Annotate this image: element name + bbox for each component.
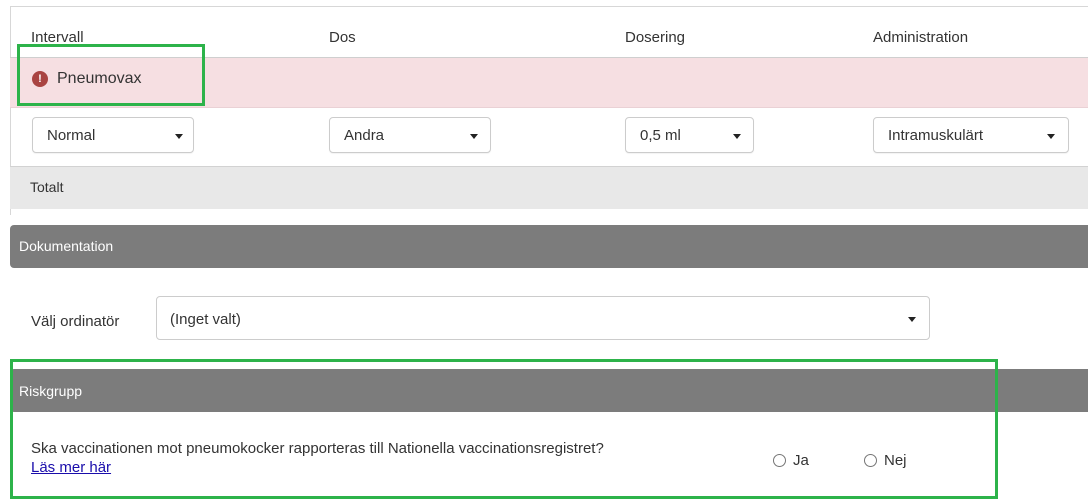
risk-group-title: Riskgrupp [19,383,83,399]
risk-group-section-header [10,369,1088,412]
administration-select-value: Intramuskulärt [888,127,984,144]
orderer-select-value: (Inget valt) [170,311,241,328]
interval-select-value: Normal [47,127,96,144]
chevron-down-icon [470,134,478,139]
interval-select[interactable]: Normal [32,117,194,153]
orderer-label: Välj ordinatör [31,313,120,330]
column-header-dosage: Dosering [625,29,686,46]
totals-row [10,166,1088,209]
vaccine-alert-row [10,58,1088,108]
chevron-down-icon [1047,134,1055,139]
dosage-select[interactable]: 0,5 ml [625,117,754,153]
read-more-link[interactable]: Läs mer här [31,459,111,476]
column-header-dose: Dos [329,29,356,46]
dose-select[interactable]: Andra [329,117,491,153]
chevron-down-icon [733,134,741,139]
vaccine-name: Pneumovax [57,70,142,87]
administration-select[interactable]: Intramuskulärt [873,117,1069,153]
orderer-select[interactable]: (Inget valt) [156,296,930,340]
radio-no-label[interactable]: Nej [884,452,907,469]
chevron-down-icon [908,317,916,322]
documentation-section-header [10,225,1088,268]
radio-no[interactable] [864,454,877,467]
dosage-select-value: 0,5 ml [640,127,681,144]
totals-label: Totalt [30,179,64,195]
documentation-title: Dokumentation [19,238,114,254]
radio-yes[interactable] [773,454,786,467]
exclamation-circle-icon: ! [32,71,48,87]
chevron-down-icon [175,134,183,139]
column-header-administration: Administration [873,29,969,46]
dose-select-value: Andra [344,127,385,144]
report-question: Ska vaccinationen mot pneumokocker rappo… [31,440,604,457]
column-header-interval: Intervall [31,29,84,46]
radio-yes-label[interactable]: Ja [793,452,809,469]
